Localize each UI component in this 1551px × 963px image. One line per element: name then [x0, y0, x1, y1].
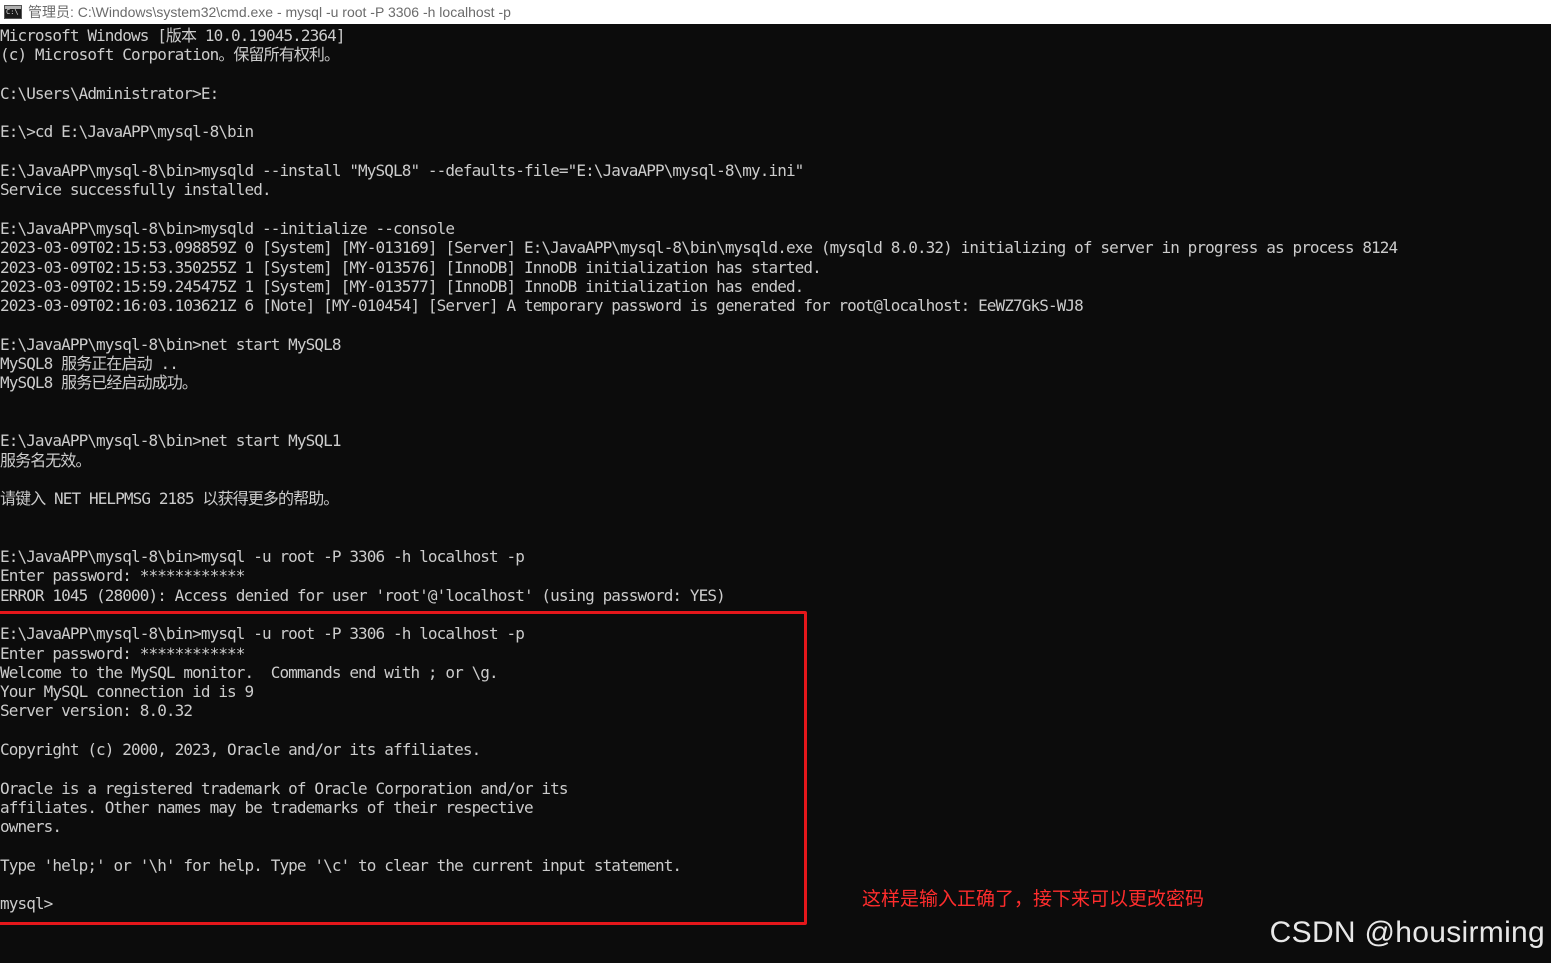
console-line: C:\Users\Administrator>E: [0, 83, 219, 103]
console-line: E:\JavaAPP\mysql-8\bin>mysqld --install … [0, 161, 804, 181]
console-line: E:\JavaAPP\mysql-8\bin>net start MySQL8 [0, 334, 341, 354]
console-line: (c) Microsoft Corporation。保留所有权利。 [0, 45, 340, 65]
console-line: Microsoft Windows [版本 10.0.19045.2364] [0, 26, 345, 45]
console-line: 2023-03-09T02:16:03.103621Z 6 [Note] [MY… [0, 296, 1084, 316]
console-line: Enter password: ************ [0, 566, 245, 586]
console-line: MySQL8 服务正在启动 .. [0, 354, 179, 374]
watermark: CSDN @housirming [1269, 916, 1545, 949]
console-line: 2023-03-09T02:15:53.350255Z 1 [System] [… [0, 257, 822, 277]
cmd-icon [4, 5, 22, 19]
title-bar[interactable]: 管理员: C:\Windows\system32\cmd.exe - mysql… [0, 0, 1551, 24]
console-line: 请键入 NET HELPMSG 2185 以获得更多的帮助。 [0, 489, 339, 509]
console-line: 2023-03-09T02:15:53.098859Z 0 [System] [… [0, 238, 1398, 258]
console-line: E:\JavaAPP\mysql-8\bin>mysqld --initiali… [0, 218, 455, 238]
console-line: ERROR 1045 (28000): Access denied for us… [0, 585, 726, 605]
highlight-box [0, 611, 807, 925]
console-line: E:\JavaAPP\mysql-8\bin>mysql -u root -P … [0, 547, 525, 567]
console-line: 服务名无效。 [0, 450, 92, 470]
console-line: MySQL8 服务已经启动成功。 [0, 373, 198, 393]
window-title: 管理员: C:\Windows\system32\cmd.exe - mysql… [28, 4, 511, 20]
cmd-window: 管理员: C:\Windows\system32\cmd.exe - mysql… [0, 0, 1551, 963]
console-line: 2023-03-09T02:15:59.245475Z 1 [System] [… [0, 276, 804, 296]
console-line: E:\JavaAPP\mysql-8\bin>net start MySQL1 [0, 431, 341, 451]
console-line: Service successfully installed. [0, 180, 272, 200]
console-line: E:\>cd E:\JavaAPP\mysql-8\bin [0, 122, 254, 142]
annotation-text: 这样是输入正确了，接下来可以更改密码 [862, 888, 1205, 910]
